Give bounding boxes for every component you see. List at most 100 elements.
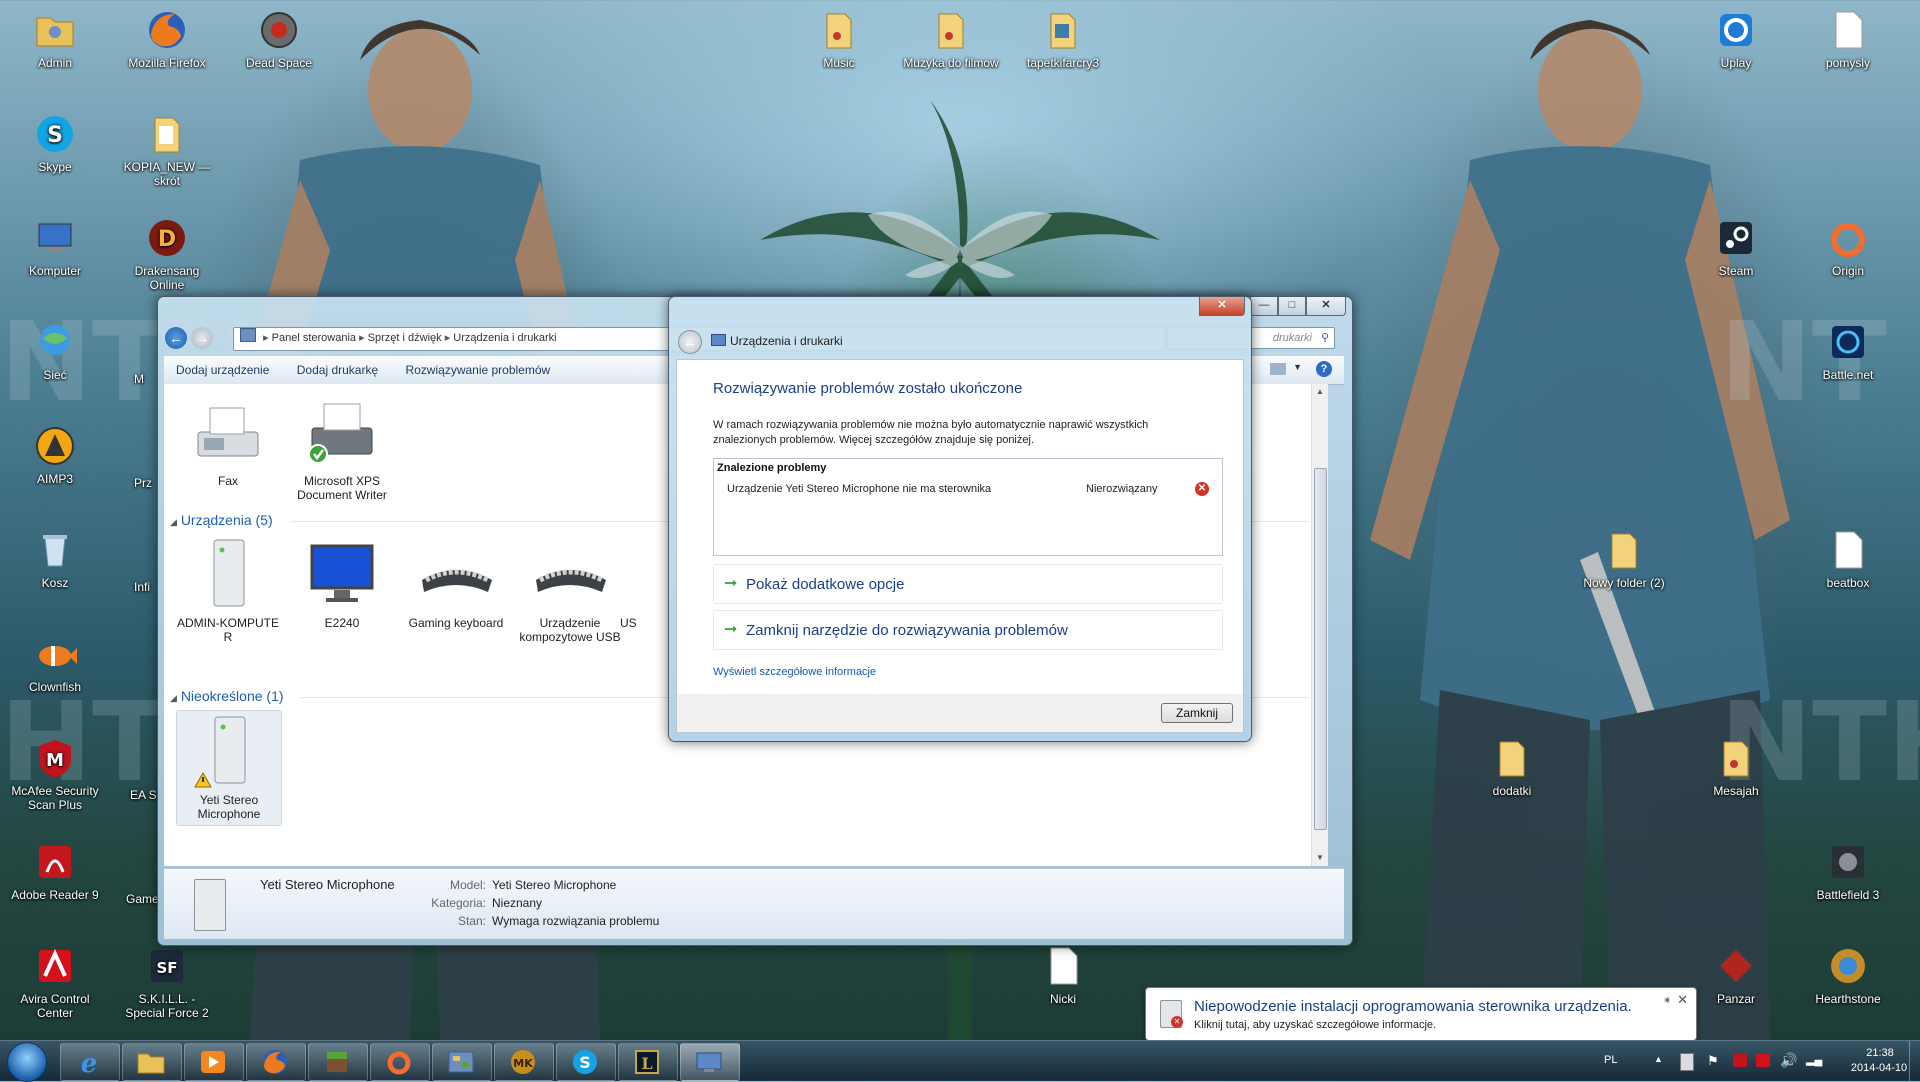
- desktop-icon-siec[interactable]: Sieć: [7, 320, 103, 382]
- device-e2240[interactable]: E2240: [290, 534, 394, 630]
- taskbar-firefox[interactable]: [246, 1043, 306, 1081]
- device-usb-partial[interactable]: US: [620, 534, 642, 630]
- desktop-icon-steam[interactable]: Steam: [1688, 216, 1784, 278]
- desktop-icon-nicki[interactable]: Nicki: [1015, 944, 1111, 1006]
- dialog-close-btn[interactable]: Zamknij: [1161, 703, 1233, 723]
- desktop-icon-beatbox[interactable]: beatbox: [1800, 528, 1896, 590]
- text-file-icon: [1826, 528, 1870, 572]
- volume-icon[interactable]: 🔊: [1780, 1052, 1797, 1069]
- desktop-icon-panzar[interactable]: Panzar: [1688, 944, 1784, 1006]
- desktop-icon-kopia[interactable]: KOPIA_NEW — skrót: [119, 112, 215, 188]
- view-details-link[interactable]: Wyświetl szczegółowe informacje: [713, 666, 876, 678]
- taskbar-devices-window[interactable]: [680, 1043, 740, 1081]
- show-more-options-link[interactable]: ➞ Pokaż dodatkowe opcje: [713, 564, 1223, 604]
- close-button[interactable]: ✕: [1306, 297, 1346, 316]
- network-signal-icon[interactable]: ▂▄: [1806, 1053, 1822, 1066]
- breadcrumb-item-hardware[interactable]: Sprzęt i dźwięk: [368, 332, 442, 344]
- notification-close-icon[interactable]: ✕: [1677, 992, 1688, 1008]
- desktop-icon-admin[interactable]: Admin: [7, 8, 103, 70]
- view-options-icon[interactable]: [1270, 363, 1286, 375]
- desktop-icon-mesajah[interactable]: Mesajah: [1688, 736, 1784, 798]
- desktop-icon-battlenet[interactable]: Battle.net: [1800, 320, 1896, 382]
- dialog-title: Urządzenia i drukarki: [711, 334, 843, 348]
- taskbar-control-panel[interactable]: [432, 1043, 492, 1081]
- notification-title: Niepowodzenie instalacji oprogramowania …: [1194, 998, 1632, 1015]
- scroll-thumb[interactable]: [1314, 468, 1327, 830]
- desktop-icon-muzyka[interactable]: Muzyka do filmow: [903, 8, 999, 70]
- taskbar-mk[interactable]: MK: [494, 1043, 554, 1081]
- back-button[interactable]: ←: [165, 327, 187, 349]
- desktop-icon-mcafee[interactable]: M McAfee Security Scan Plus: [7, 736, 103, 812]
- desktop-icon-nowy-folder[interactable]: Nowy folder (2): [1576, 528, 1672, 590]
- desktop-icon-uplay[interactable]: Uplay: [1688, 8, 1784, 70]
- desktop-icon-komputer[interactable]: Komputer: [7, 216, 103, 278]
- driver-install-notification[interactable]: ✕ Niepowodzenie instalacji oprogramowani…: [1145, 987, 1697, 1041]
- clock-time[interactable]: 21:38: [1852, 1047, 1908, 1059]
- mcafee-tray-icon[interactable]: [1733, 1054, 1747, 1067]
- details-pane: Yeti Stereo Microphone Model: Yeti Stere…: [164, 868, 1344, 939]
- drakensang-icon: D: [145, 216, 189, 260]
- device-xps-writer[interactable]: Microsoft XPS Document Writer: [290, 392, 394, 502]
- device-fax[interactable]: Fax: [176, 392, 280, 488]
- taskbar-ie[interactable]: e: [60, 1043, 120, 1081]
- desktop-icon-adobe-reader[interactable]: Adobe Reader 9: [7, 840, 103, 902]
- taskbar-media-player[interactable]: [184, 1043, 244, 1081]
- action-center-flag-icon[interactable]: ⚑: [1707, 1053, 1719, 1069]
- view-dropdown-icon[interactable]: ▼: [1293, 362, 1302, 372]
- desktop-icon-kosz[interactable]: Kosz: [7, 528, 103, 590]
- desktop-icon-dodatki[interactable]: dodatki: [1464, 736, 1560, 798]
- device-gaming-keyboard[interactable]: Gaming keyboard: [404, 534, 508, 630]
- collapse-arrow-icon: ◢: [170, 517, 177, 527]
- taskbar-explorer[interactable]: [122, 1043, 182, 1081]
- problem-row[interactable]: Urządzenie Yeti Stereo Microphone nie ma…: [714, 479, 1222, 501]
- desktop-icon-hearthstone[interactable]: Hearthstone: [1800, 944, 1896, 1006]
- desktop-icon-aimp[interactable]: AIMP3: [7, 424, 103, 486]
- device-yeti-microphone[interactable]: Yeti Stereo Microphone: [176, 710, 282, 826]
- scrollbar[interactable]: ▲ ▼: [1311, 384, 1328, 866]
- desktop-icon-origin[interactable]: Origin: [1800, 216, 1896, 278]
- taskbar-minecraft[interactable]: [308, 1043, 368, 1081]
- help-icon[interactable]: ?: [1316, 361, 1332, 377]
- forward-button[interactable]: →: [191, 327, 213, 349]
- svg-text:MK: MK: [513, 1057, 533, 1070]
- desktop-icon-dead-space[interactable]: Dead Space: [231, 8, 327, 70]
- desktop-icon-skype[interactable]: S Skype: [7, 112, 103, 174]
- desktop-icon-tapetki[interactable]: tapetkifarcry3: [1015, 8, 1111, 70]
- breadcrumb-item-control-panel[interactable]: Panel sterowania: [272, 332, 356, 344]
- dialog-close-button[interactable]: ✕: [1199, 297, 1245, 316]
- device-error-tray-icon[interactable]: [1680, 1053, 1694, 1071]
- add-printer-button[interactable]: Dodaj drukarkę: [285, 356, 390, 384]
- minimize-button[interactable]: —: [1250, 297, 1278, 316]
- desktop-icon-firefox[interactable]: Mozilla Firefox: [119, 8, 215, 70]
- troubleshoot-button[interactable]: Rozwiązywanie problemów: [393, 356, 562, 384]
- avira-tray-icon[interactable]: [1756, 1054, 1770, 1067]
- start-orb-icon[interactable]: [7, 1042, 47, 1082]
- desktop-icon-battlefield[interactable]: Battlefield 3: [1800, 840, 1896, 902]
- scroll-down-icon[interactable]: ▼: [1312, 850, 1328, 866]
- taskbar-skype[interactable]: S: [556, 1043, 616, 1081]
- pin-icon[interactable]: ✴: [1663, 994, 1672, 1007]
- caption-buttons: ✕: [1199, 297, 1245, 316]
- device-warning-icon: [189, 711, 269, 791]
- language-indicator[interactable]: PL: [1604, 1054, 1617, 1066]
- desktop-icon-skill[interactable]: SF S.K.I.L.L. - Special Force 2: [119, 944, 215, 1020]
- dialog-back-button[interactable]: ←: [678, 330, 702, 354]
- breadcrumb-item-devices[interactable]: Urządzenia i drukarki: [453, 332, 556, 344]
- maximize-button[interactable]: □: [1278, 297, 1306, 316]
- close-troubleshooter-link[interactable]: ➞ Zamknij narzędzie do rozwiązywania pro…: [713, 610, 1223, 650]
- show-desktop-button[interactable]: [1909, 1041, 1920, 1081]
- internet-explorer-icon: e: [81, 1049, 98, 1076]
- desktop-icon-avira[interactable]: Avira Control Center: [7, 944, 103, 1020]
- taskbar-league[interactable]: L: [618, 1043, 678, 1081]
- add-device-button[interactable]: Dodaj urządzenie: [164, 356, 281, 384]
- taskbar-origin[interactable]: [370, 1043, 430, 1081]
- scroll-up-icon[interactable]: ▲: [1312, 384, 1328, 400]
- desktop-icon-pomysly[interactable]: pomysly: [1800, 8, 1896, 70]
- desktop-icon-music[interactable]: Music: [791, 8, 887, 70]
- device-admin-computer[interactable]: ADMIN-KOMPUTER: [176, 534, 280, 644]
- device-usb-composite[interactable]: Urządzenie kompozytowe USB: [518, 534, 622, 644]
- clock-date[interactable]: 2014-04-10: [1844, 1062, 1914, 1074]
- show-hidden-icons[interactable]: ▲: [1654, 1054, 1663, 1064]
- desktop-icon-drakensang[interactable]: D Drakensang Online: [119, 216, 215, 292]
- desktop-icon-clownfish[interactable]: Clownfish: [7, 632, 103, 694]
